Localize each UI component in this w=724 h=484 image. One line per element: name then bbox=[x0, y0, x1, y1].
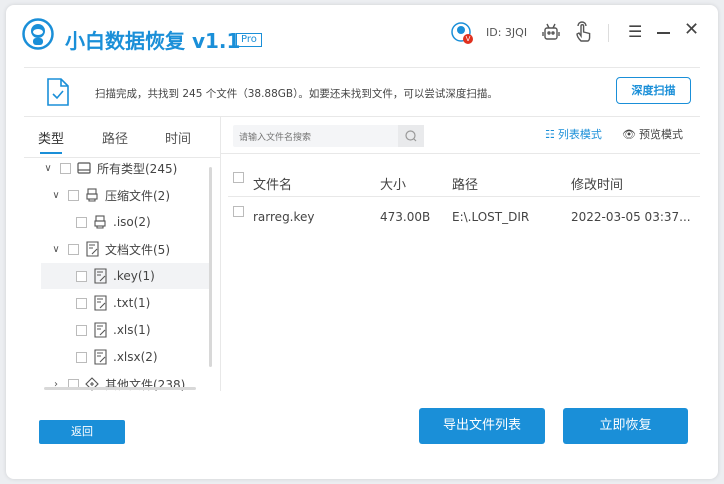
close-icon[interactable]: ✕ bbox=[684, 19, 699, 40]
tree-item[interactable]: .xlsx(2) bbox=[41, 344, 211, 370]
recover-now-button[interactable]: 立即恢复 bbox=[563, 408, 688, 444]
divider bbox=[220, 153, 700, 154]
tree-item[interactable]: › 其他文件(238) bbox=[41, 371, 211, 397]
zip-icon bbox=[93, 214, 107, 230]
panel-divider bbox=[220, 116, 221, 391]
tree-item[interactable]: ∨ 文档文件(5) bbox=[41, 236, 211, 262]
robot-icon[interactable] bbox=[542, 22, 560, 46]
tree-checkbox[interactable] bbox=[68, 243, 79, 255]
chevron-down-icon[interactable]: ∨ bbox=[49, 244, 63, 255]
tree-item[interactable]: ∨ 所有类型(245) bbox=[41, 155, 211, 181]
pro-badge: Pro bbox=[236, 33, 262, 47]
app-logo bbox=[22, 18, 54, 54]
cell-filename: rarreg.key bbox=[253, 210, 315, 224]
divider bbox=[24, 116, 700, 117]
chevron-down-icon[interactable]: ∨ bbox=[41, 163, 55, 174]
document-icon bbox=[93, 349, 107, 365]
tree-item[interactable]: .iso(2) bbox=[41, 209, 211, 235]
tree-item[interactable]: .txt(1) bbox=[41, 290, 211, 316]
scan-status-message: 扫描完成，共找到 245 个文件（38.88GB）。如要还未找到文件，可以尝试深… bbox=[95, 88, 498, 100]
divider bbox=[228, 196, 700, 197]
select-all-checkbox[interactable] bbox=[233, 172, 244, 183]
document-icon bbox=[93, 295, 107, 311]
tree-item[interactable]: .key(1) bbox=[41, 263, 211, 289]
document-icon bbox=[93, 268, 107, 284]
cell-modified: 2022-03-05 03:37... bbox=[571, 210, 691, 224]
tree-item-label: 压缩文件(2) bbox=[105, 188, 170, 203]
vip-badge: V bbox=[463, 34, 473, 44]
tree-item-label: .key(1) bbox=[113, 269, 155, 283]
list-mode-button[interactable]: ☷ 列表模式 bbox=[545, 126, 602, 142]
tab-path[interactable]: 路径 bbox=[102, 128, 128, 147]
deep-scan-button[interactable]: 深度扫描 bbox=[616, 77, 691, 104]
tree-checkbox[interactable] bbox=[76, 324, 87, 336]
tree-item-label: .txt(1) bbox=[113, 296, 151, 310]
tree-item-label: .xlsx(2) bbox=[113, 350, 158, 364]
export-list-button[interactable]: 导出文件列表 bbox=[419, 408, 545, 444]
tree-item[interactable]: ∨ 压缩文件(2) bbox=[41, 182, 211, 208]
menu-icon[interactable]: ☰ bbox=[628, 22, 642, 41]
app-window: 小白数据恢复 v1.1 Pro V ID: 3JQI ☰ ✕ 扫描完成，共找到 … bbox=[6, 5, 718, 479]
cell-size: 473.00B bbox=[380, 210, 431, 224]
separator bbox=[608, 24, 609, 42]
tree-item[interactable]: .xls(1) bbox=[41, 317, 211, 343]
header-size[interactable]: 大小 bbox=[380, 174, 406, 193]
minimize-icon[interactable] bbox=[657, 32, 670, 34]
tree-item-label: .iso(2) bbox=[113, 215, 151, 229]
tree-checkbox[interactable] bbox=[68, 189, 79, 201]
divider bbox=[24, 67, 700, 68]
search-input[interactable] bbox=[233, 127, 393, 149]
chevron-down-icon[interactable]: ∨ bbox=[49, 190, 63, 201]
tree-checkbox[interactable] bbox=[76, 216, 87, 228]
search-icon bbox=[405, 130, 417, 142]
file-check-icon bbox=[46, 77, 70, 111]
tab-type[interactable]: 类型 bbox=[38, 128, 64, 147]
tree-horizontal-scrollbar[interactable] bbox=[44, 387, 196, 390]
zip-icon bbox=[85, 187, 99, 203]
tree-item-label: 所有类型(245) bbox=[97, 161, 178, 176]
header-modified[interactable]: 修改时间 bbox=[571, 174, 623, 193]
search-button[interactable] bbox=[398, 125, 424, 147]
tree-vertical-scrollbar[interactable] bbox=[209, 167, 212, 367]
list-icon: ☷ bbox=[545, 127, 555, 141]
user-avatar[interactable]: V bbox=[451, 22, 473, 44]
back-button[interactable]: 返回 bbox=[39, 420, 125, 444]
hand-pointer-icon[interactable] bbox=[575, 21, 593, 47]
search-box bbox=[233, 125, 424, 149]
tree-checkbox[interactable] bbox=[60, 162, 71, 174]
header-filename[interactable]: 文件名 bbox=[253, 174, 292, 193]
row-checkbox[interactable] bbox=[233, 206, 244, 217]
tree-checkbox[interactable] bbox=[76, 297, 87, 309]
tree-checkbox[interactable] bbox=[76, 270, 87, 282]
tree-item-label: .xls(1) bbox=[113, 323, 151, 337]
cell-path: E:\.LOST_DIR bbox=[452, 210, 530, 224]
drive-icon bbox=[77, 160, 91, 176]
document-icon bbox=[93, 322, 107, 338]
tree-item-label: 文档文件(5) bbox=[105, 242, 170, 257]
tree-checkbox[interactable] bbox=[76, 351, 87, 363]
app-title: 小白数据恢复 v1.1 bbox=[65, 29, 241, 53]
document-icon bbox=[85, 241, 99, 257]
active-tab-indicator bbox=[40, 152, 62, 154]
user-id: ID: 3JQI bbox=[486, 26, 528, 39]
header-path[interactable]: 路径 bbox=[452, 174, 478, 193]
preview-mode-button[interactable]: 👁 预览模式 bbox=[622, 126, 683, 142]
eye-icon: 👁 bbox=[622, 127, 636, 141]
tab-time[interactable]: 时间 bbox=[165, 128, 191, 147]
